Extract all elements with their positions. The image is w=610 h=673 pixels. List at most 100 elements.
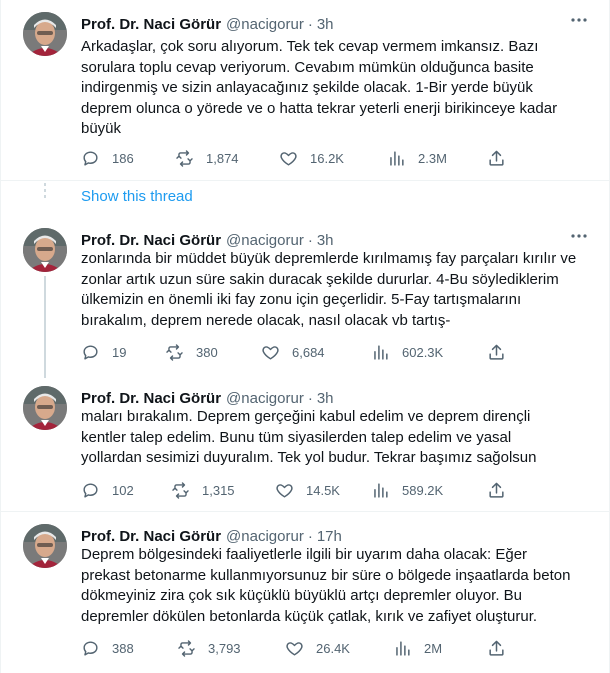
views-count: 2M bbox=[424, 640, 443, 656]
author-name[interactable]: Prof. Dr. Naci Görür bbox=[81, 232, 221, 249]
views-count: 589.2K bbox=[402, 482, 444, 498]
like-button[interactable]: 6,684 bbox=[261, 342, 325, 362]
tweet-text-line: bırakalım, deprem nerede olacak, nasıl o… bbox=[81, 311, 451, 329]
timeline: Prof. Dr. Naci Görür @nacigorur · 3h Ark… bbox=[0, 0, 610, 673]
retweet-icon bbox=[165, 343, 184, 362]
avatar[interactable] bbox=[23, 12, 67, 56]
views-button[interactable]: 2M bbox=[393, 638, 442, 658]
avatar-image bbox=[23, 524, 67, 568]
views-count: 2.3M bbox=[418, 150, 447, 166]
tweet-text-line: yollardan sesimizi duyuralım. Tek yol bu… bbox=[81, 449, 537, 466]
tweet-text-line: kentler talep edelim. Bunu tüm siyasiler… bbox=[81, 428, 512, 446]
views-button[interactable]: 589.2K bbox=[371, 480, 443, 500]
tweet-text: Deprem bölgesindeki faaliyetlerle ilgili… bbox=[81, 545, 591, 627]
thread-line bbox=[44, 276, 46, 378]
tweet-text-line: Arkadaşlar, çok soru alıyorum. Tek tek c… bbox=[81, 38, 539, 55]
tweet-text-line: maları bırakalım. Deprem gerçeğini kabul… bbox=[81, 408, 531, 425]
heart-icon bbox=[285, 639, 304, 658]
retweet-icon bbox=[175, 149, 194, 168]
views-count: 602.3K bbox=[402, 344, 444, 360]
views-icon bbox=[393, 639, 412, 658]
tweet-text-line: büyük bbox=[81, 120, 122, 137]
tweet-text-line: zonlarında bir müddet büyük depremlerde … bbox=[81, 250, 577, 267]
avatar[interactable] bbox=[23, 228, 67, 272]
reply-count: 186 bbox=[112, 150, 134, 166]
heart-icon bbox=[261, 343, 280, 362]
tweet-text-line: dökmeyiniz zira çok sık küçüklü büyüklü … bbox=[81, 587, 523, 604]
share-button[interactable] bbox=[487, 148, 506, 168]
author-handle[interactable]: @nacigorur bbox=[226, 528, 304, 545]
more-icon[interactable] bbox=[569, 10, 589, 30]
tweet[interactable]: Prof. Dr. Naci Görür @nacigorur · 17h De… bbox=[1, 524, 609, 669]
share-icon bbox=[487, 343, 506, 362]
like-count: 14.5K bbox=[306, 482, 340, 498]
tweet-actions: 388 3,793 26.4K 2M bbox=[81, 638, 521, 658]
reply-button[interactable]: 19 bbox=[81, 342, 126, 362]
retweet-count: 3,793 bbox=[208, 640, 241, 656]
tweet-header: Prof. Dr. Naci Görür @nacigorur · 3h bbox=[81, 14, 334, 34]
reply-button[interactable]: 186 bbox=[81, 148, 134, 168]
tweet-actions: 102 1,315 14.5K 589.2K bbox=[81, 480, 521, 500]
like-button[interactable]: 26.4K bbox=[285, 638, 350, 658]
avatar[interactable] bbox=[23, 386, 67, 430]
show-thread-link[interactable]: Show this thread bbox=[81, 188, 193, 205]
author-handle[interactable]: @nacigorur bbox=[226, 390, 304, 407]
share-button[interactable] bbox=[487, 480, 506, 500]
divider bbox=[1, 511, 609, 512]
like-button[interactable]: 16.2K bbox=[279, 148, 344, 168]
retweet-button[interactable]: 1,874 bbox=[175, 148, 239, 168]
views-button[interactable]: 2.3M bbox=[387, 148, 447, 168]
reply-button[interactable]: 388 bbox=[81, 638, 134, 658]
reply-count: 388 bbox=[112, 640, 134, 656]
divider bbox=[1, 180, 609, 181]
reply-icon bbox=[81, 481, 100, 500]
share-icon bbox=[487, 149, 506, 168]
more-icon[interactable] bbox=[569, 226, 589, 246]
tweet-actions: 19 380 6,684 602.3K bbox=[81, 342, 521, 362]
heart-icon bbox=[279, 149, 298, 168]
like-count: 16.2K bbox=[310, 150, 344, 166]
tweet-header: Prof. Dr. Naci Görür @nacigorur · 3h bbox=[81, 230, 334, 250]
tweet[interactable]: Prof. Dr. Naci Görür @nacigorur · 3h Ark… bbox=[1, 12, 609, 180]
reply-icon bbox=[81, 343, 100, 362]
tweet-time[interactable]: 3h bbox=[317, 232, 334, 249]
tweet-text-line: ülkemizin en önemli iki fay zonu için ge… bbox=[81, 291, 522, 308]
tweet[interactable]: Prof. Dr. Naci Görür @nacigorur · 3h mal… bbox=[1, 386, 609, 508]
reply-button[interactable]: 102 bbox=[81, 480, 134, 500]
share-icon bbox=[487, 639, 506, 658]
tweet-text: maları bırakalım. Deprem gerçeğini kabul… bbox=[81, 407, 591, 469]
reply-count: 102 bbox=[112, 482, 134, 498]
share-button[interactable] bbox=[487, 638, 506, 658]
tweet-text-line: depremler dökülen betonlarda küçük çatla… bbox=[81, 607, 538, 625]
like-button[interactable]: 14.5K bbox=[275, 480, 340, 500]
avatar[interactable] bbox=[23, 524, 67, 568]
retweet-button[interactable]: 3,793 bbox=[177, 638, 241, 658]
retweet-button[interactable]: 1,315 bbox=[171, 480, 235, 500]
thread-connector-dots bbox=[44, 183, 46, 201]
separator-dot: · bbox=[307, 15, 313, 33]
retweet-count: 1,315 bbox=[202, 482, 235, 498]
tweet[interactable]: Prof. Dr. Naci Görür @nacigorur · 3h zon… bbox=[1, 226, 609, 378]
author-name[interactable]: Prof. Dr. Naci Görür bbox=[81, 390, 221, 407]
author-handle[interactable]: @nacigorur bbox=[226, 16, 304, 33]
tweet-time[interactable]: 17h bbox=[317, 528, 342, 545]
author-name[interactable]: Prof. Dr. Naci Görür bbox=[81, 528, 221, 545]
tweet-time[interactable]: 3h bbox=[317, 390, 334, 407]
retweet-button[interactable]: 380 bbox=[165, 342, 218, 362]
views-button[interactable]: 602.3K bbox=[371, 342, 443, 362]
share-button[interactable] bbox=[487, 342, 506, 362]
tweet-text-line: deprem olunca o yörede ve o hatta tekrar… bbox=[81, 99, 558, 117]
share-icon bbox=[487, 481, 506, 500]
author-name[interactable]: Prof. Dr. Naci Görür bbox=[81, 16, 221, 33]
reply-count: 19 bbox=[112, 344, 127, 360]
views-icon bbox=[371, 481, 390, 500]
author-handle[interactable]: @nacigorur bbox=[226, 232, 304, 249]
tweet-header: Prof. Dr. Naci Görür @nacigorur · 17h bbox=[81, 526, 342, 546]
tweet-text-line: prekast betonarme kullanmıyorsunuz bir s… bbox=[81, 566, 571, 584]
retweet-icon bbox=[177, 639, 196, 658]
tweet-text-line: indirgenmiş ve sizin anlayacağınız şekil… bbox=[81, 79, 533, 96]
tweet-text: zonlarında bir müddet büyük depremlerde … bbox=[81, 249, 591, 331]
tweet-text: Arkadaşlar, çok soru alıyorum. Tek tek c… bbox=[81, 37, 591, 140]
tweet-time[interactable]: 3h bbox=[317, 16, 334, 33]
tweet-text-line: zonlar artık uzun süre sakin duracak şek… bbox=[81, 270, 559, 288]
